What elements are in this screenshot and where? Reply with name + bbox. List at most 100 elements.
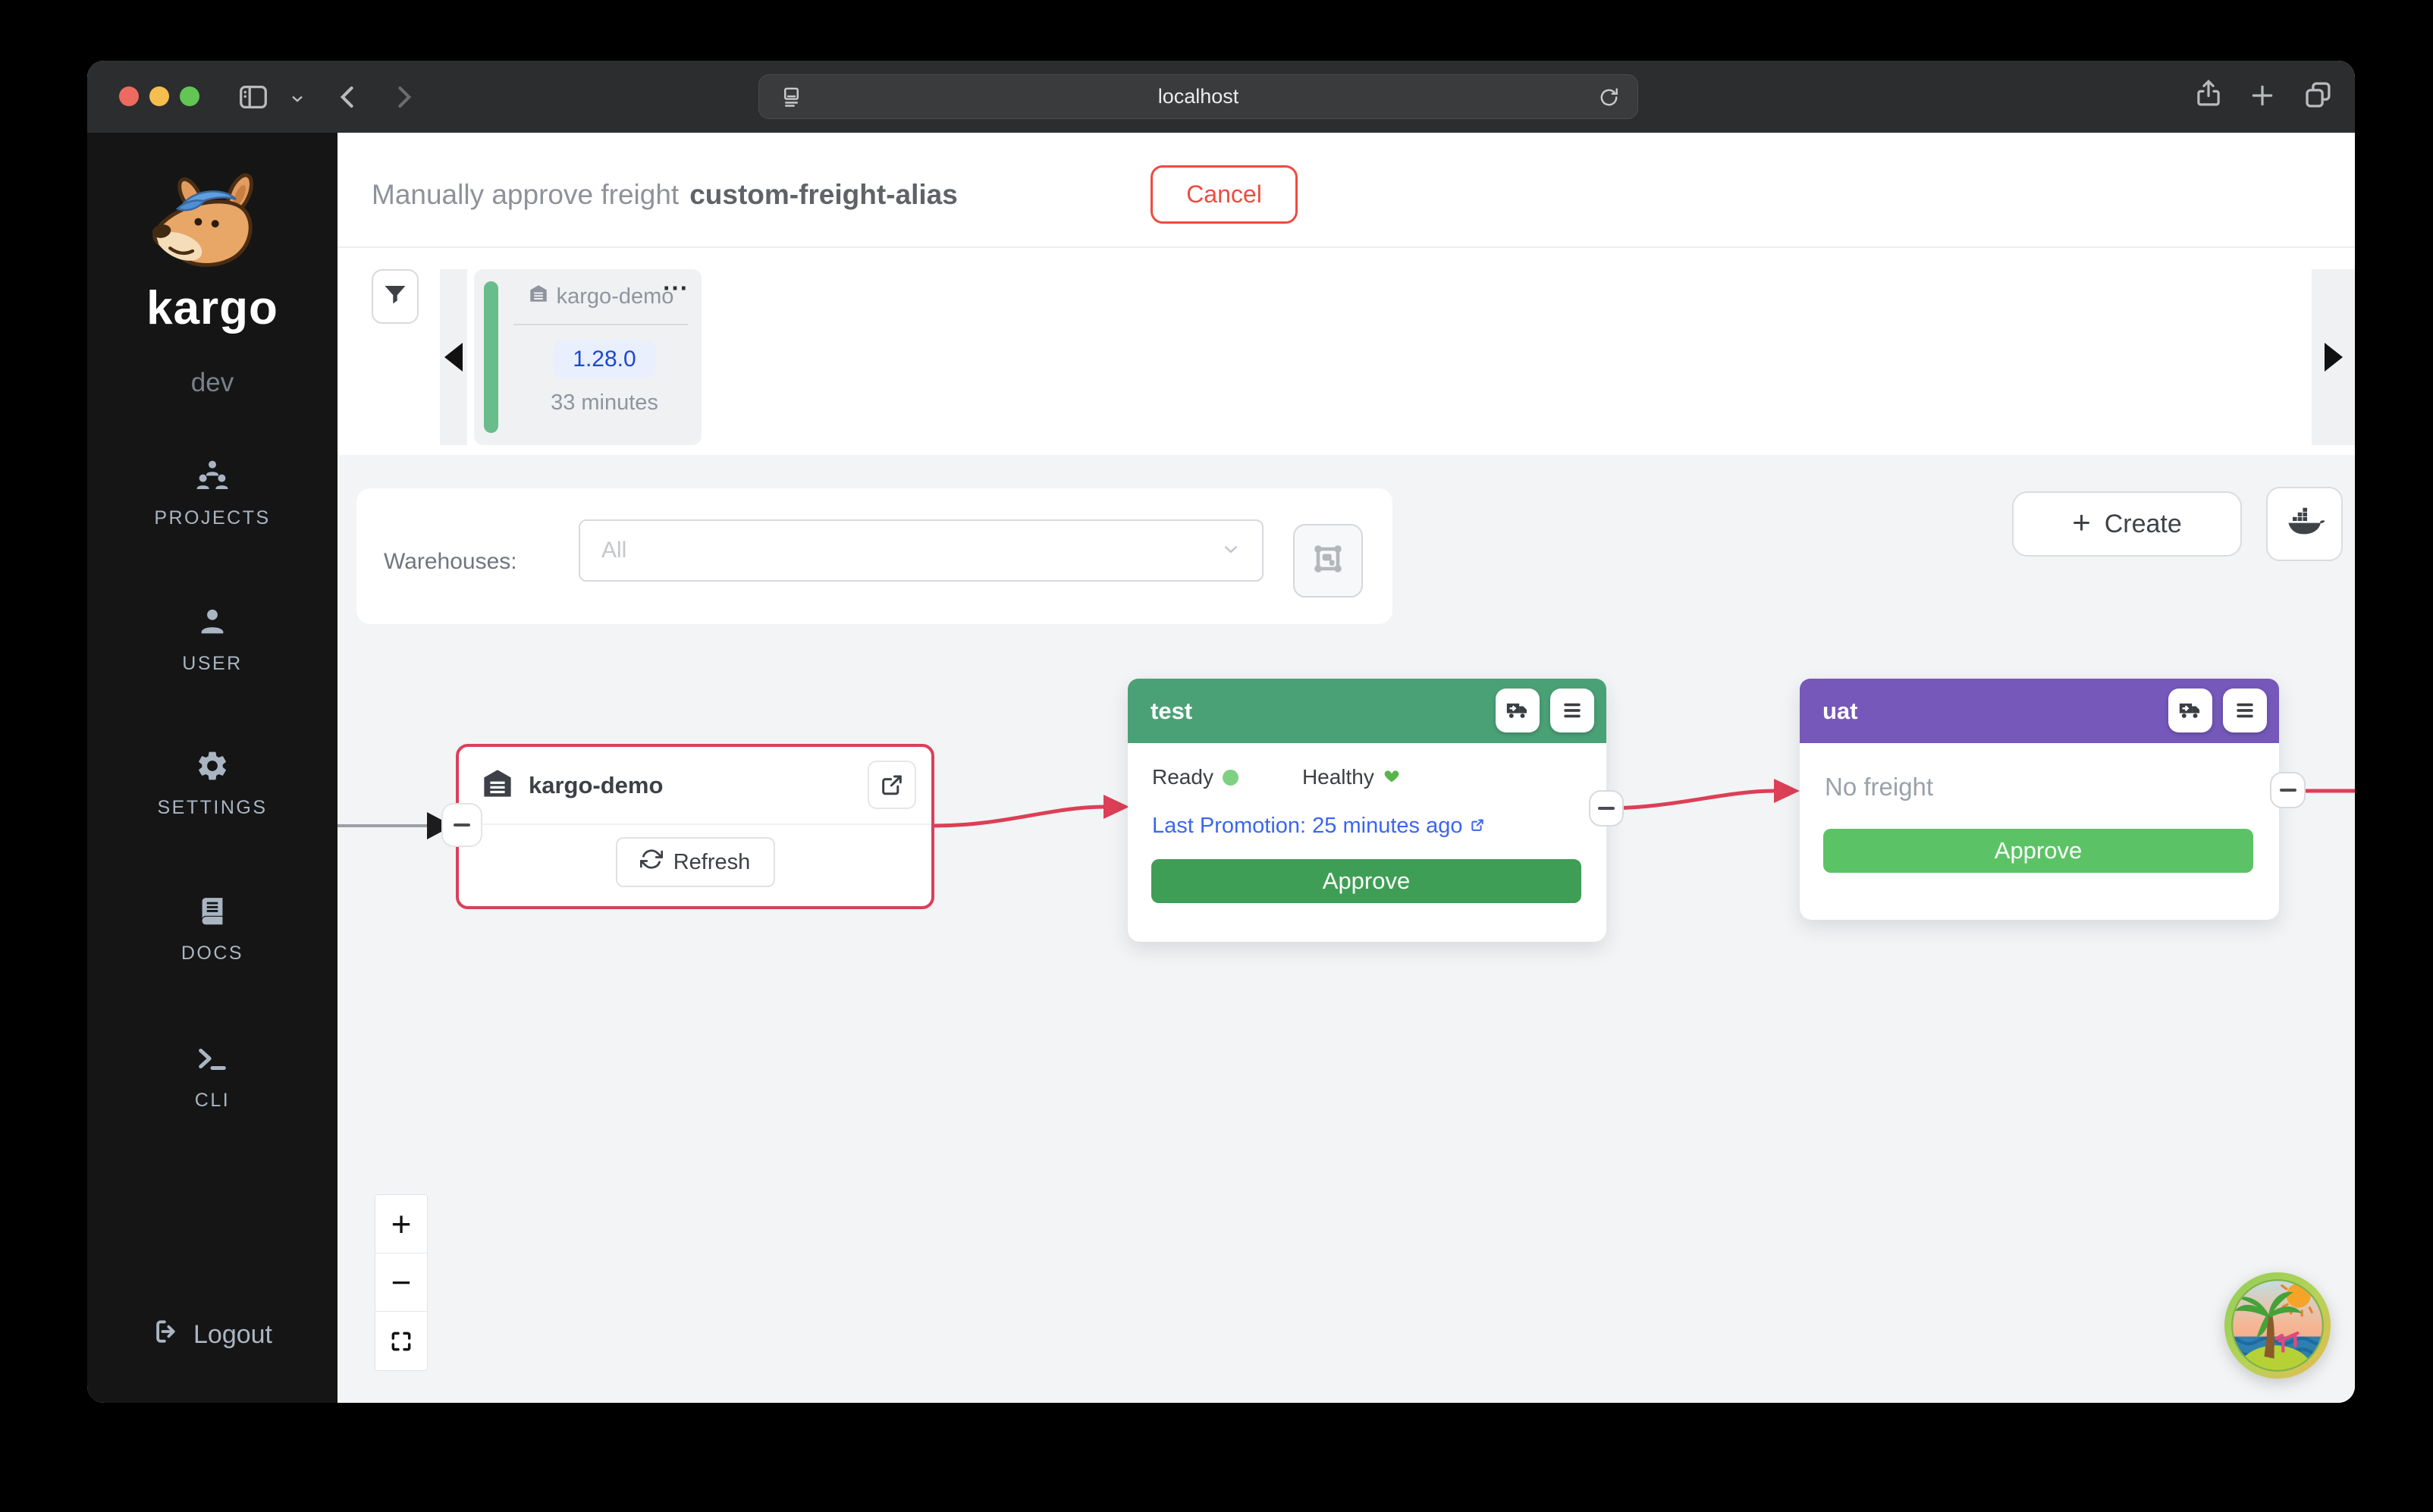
warehouse-node-name: kargo-demo [529,772,663,799]
sidebar-item-cli[interactable]: CLI [87,1041,337,1112]
freight-menu-button[interactable]: ⋯ [662,275,689,301]
fit-view-icon [389,1329,413,1354]
image-frame-icon [1308,539,1348,582]
url-text: localhost [1158,85,1239,108]
fullscreen-window-button[interactable] [180,86,199,106]
freight-name: kargo-demo [557,284,674,309]
warehouse-node[interactable]: kargo-demo [456,744,934,909]
freight-status-bar [484,281,498,433]
external-link-icon [1470,814,1485,839]
island-easter-egg-icon[interactable] [2222,1270,2333,1381]
refresh-label: Refresh [673,850,751,875]
arrow-left-icon [444,343,463,372]
browser-toolbar: localhost [87,61,2355,133]
truck-icon [1505,698,1530,723]
browser-window: localhost [87,61,2355,1403]
projects-group-icon [194,457,231,497]
freight-truck-button[interactable] [1496,689,1540,732]
warehouses-panel: Warehouses: All [356,488,1392,624]
page-format-icon[interactable] [779,85,804,114]
filter-button[interactable] [372,269,419,324]
close-window-button[interactable] [119,86,139,106]
forward-icon[interactable] [387,80,420,114]
freight-version-tag[interactable]: 1.28.0 [553,340,655,378]
refresh-icon [640,848,663,877]
docker-images-button[interactable] [2266,487,2343,561]
docker-whale-icon [2285,503,2325,546]
truck-icon [2177,698,2203,723]
share-icon[interactable] [2193,77,2224,109]
arrow-right-icon [2325,343,2343,372]
stage-status-row: Ready Healthy [1152,765,1400,789]
warehouses-label: Warehouses: [384,549,517,575]
freight-truck-button[interactable] [2168,689,2212,732]
chevron-down-icon[interactable] [288,89,306,108]
ready-dot-icon [1223,770,1238,786]
plus-icon: + [2072,507,2091,538]
reload-icon[interactable] [1597,86,1621,113]
sidebar-item-docs[interactable]: DOCS [87,894,337,965]
logout-icon [152,1317,181,1353]
minus-icon [1598,807,1615,810]
external-link-icon [879,772,905,798]
kargo-mascot-logo [142,171,283,288]
sidebar-item-settings[interactable]: SETTINGS [87,748,337,819]
stage-name: test [1151,698,1192,725]
collapse-handle-warehouse[interactable] [441,803,482,847]
back-icon[interactable] [331,80,365,114]
chevron-down-icon [1220,538,1242,564]
warehouse-icon [480,766,515,805]
stage-node-uat[interactable]: uat [1800,679,2279,920]
last-promotion-label: Last Promotion: 25 minutes ago [1152,814,1462,839]
open-warehouse-button[interactable] [868,761,916,809]
stage-menu-button[interactable] [1550,689,1594,732]
no-freight-label: No freight [1825,773,1933,801]
new-tab-icon[interactable] [2247,80,2278,111]
timeline-scroll-right[interactable] [2312,269,2355,445]
kargo-sidebar: kargo dev PROJECTS USER [87,133,337,1403]
image-frame-button[interactable] [1293,524,1363,598]
docs-book-icon [195,894,230,933]
cancel-button[interactable]: Cancel [1151,165,1298,224]
terminal-icon [195,1041,230,1080]
title-prefix: Manually approve freight [372,179,679,211]
fit-view-button[interactable] [375,1312,427,1370]
logout-button[interactable]: Logout [87,1317,337,1353]
zoom-out-button[interactable]: − [375,1253,427,1312]
sidebar-item-user[interactable]: USER [87,604,337,675]
hamburger-menu-icon [1560,698,1584,723]
main-panel: Manually approve freight custom-freight-… [337,133,2355,1403]
warehouse-icon [528,283,549,310]
stage-menu-button[interactable] [2223,689,2267,732]
zoom-in-button[interactable]: + [375,1195,427,1253]
approve-button-test[interactable]: Approve [1151,859,1581,903]
approve-button-uat[interactable]: Approve [1823,829,2253,873]
sidebar-item-projects[interactable]: PROJECTS [87,457,337,529]
hamburger-menu-icon [2233,698,2257,723]
stage-node-test[interactable]: test [1128,679,1606,942]
graph-zoom-controls: + − [375,1194,428,1371]
refresh-button[interactable]: Refresh [616,837,775,887]
environment-label: dev [87,368,337,398]
timeline-scroll-left[interactable] [440,269,467,445]
minimize-window-button[interactable] [149,86,169,106]
kargo-wordmark: kargo [87,281,337,335]
collapse-handle-test[interactable] [1589,790,1624,827]
warehouses-select[interactable]: All [579,519,1264,582]
sidebar-item-label: PROJECTS [154,507,270,529]
create-button[interactable]: + Create [2012,491,2242,557]
ready-label: Ready [1152,765,1213,789]
minus-icon [2280,789,2296,792]
freight-card[interactable]: kargo-demo ⋯ 1.28.0 33 minutes [474,269,702,445]
sidebar-item-label: SETTINGS [157,797,267,819]
freight-alias: custom-freight-alias [689,179,958,211]
last-promotion-link[interactable]: Last Promotion: 25 minutes ago [1152,814,1485,839]
healthy-heart-icon [1383,765,1400,789]
pipeline-graph: Warehouses: All [337,455,2355,1403]
address-bar[interactable]: localhost [758,74,1638,119]
freight-timeline: kargo-demo ⋯ 1.28.0 33 minutes [337,248,2355,454]
sidebar-toggle-icon[interactable] [236,80,271,114]
minus-icon [454,823,470,827]
tab-overview-icon[interactable] [2302,79,2334,111]
collapse-handle-uat[interactable] [2270,772,2306,808]
